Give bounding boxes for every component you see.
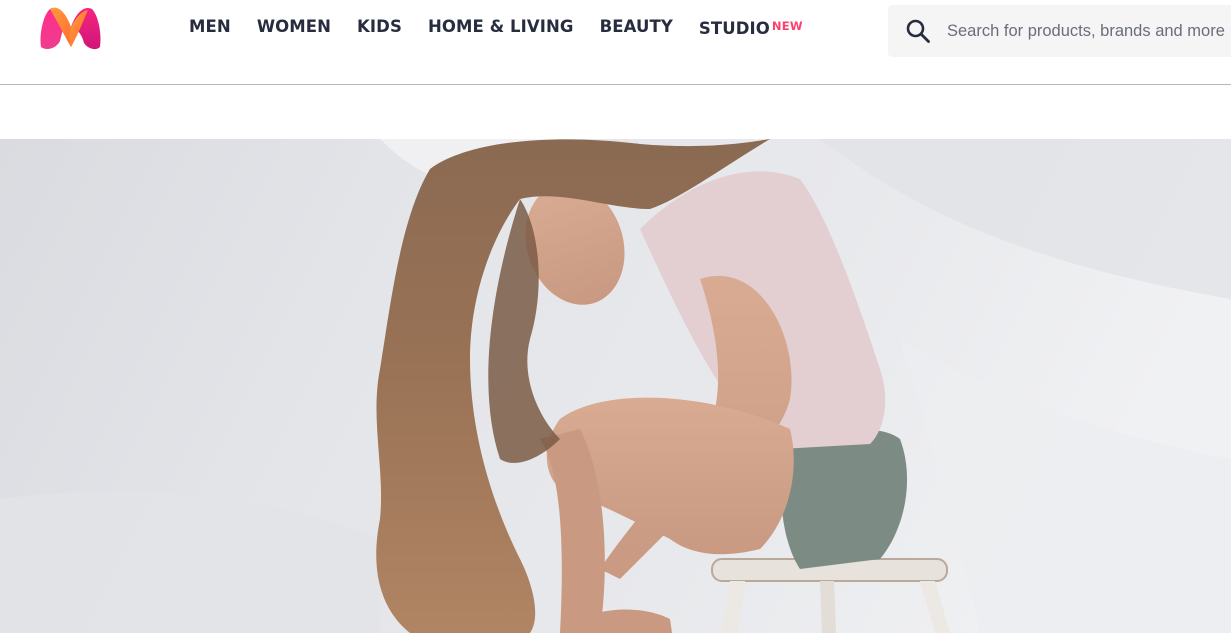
main-navigation: MEN WOMEN KIDS HOME & LIVING BEAUTY STUD… — [189, 16, 803, 40]
model-photo — [0, 139, 1231, 633]
nav-studio-label: STUDIO — [698, 19, 770, 38]
nav-women[interactable]: WOMEN — [257, 16, 331, 40]
search-input[interactable] — [947, 16, 1231, 46]
nav-men[interactable]: MEN — [189, 16, 231, 40]
nav-kids[interactable]: KIDS — [357, 16, 402, 40]
search-bar — [888, 5, 1231, 57]
hero-banner-image[interactable] — [0, 139, 1231, 633]
myntra-logo-icon[interactable] — [38, 5, 104, 51]
site-header: MEN WOMEN KIDS HOME & LIVING BEAUTY STUD… — [0, 0, 1231, 85]
new-badge: NEW — [771, 19, 803, 33]
nav-home-living[interactable]: HOME & LIVING — [428, 16, 574, 40]
nav-beauty[interactable]: BEAUTY — [600, 16, 673, 40]
search-icon[interactable] — [905, 18, 931, 44]
nav-studio[interactable]: STUDIO NEW — [698, 16, 803, 40]
